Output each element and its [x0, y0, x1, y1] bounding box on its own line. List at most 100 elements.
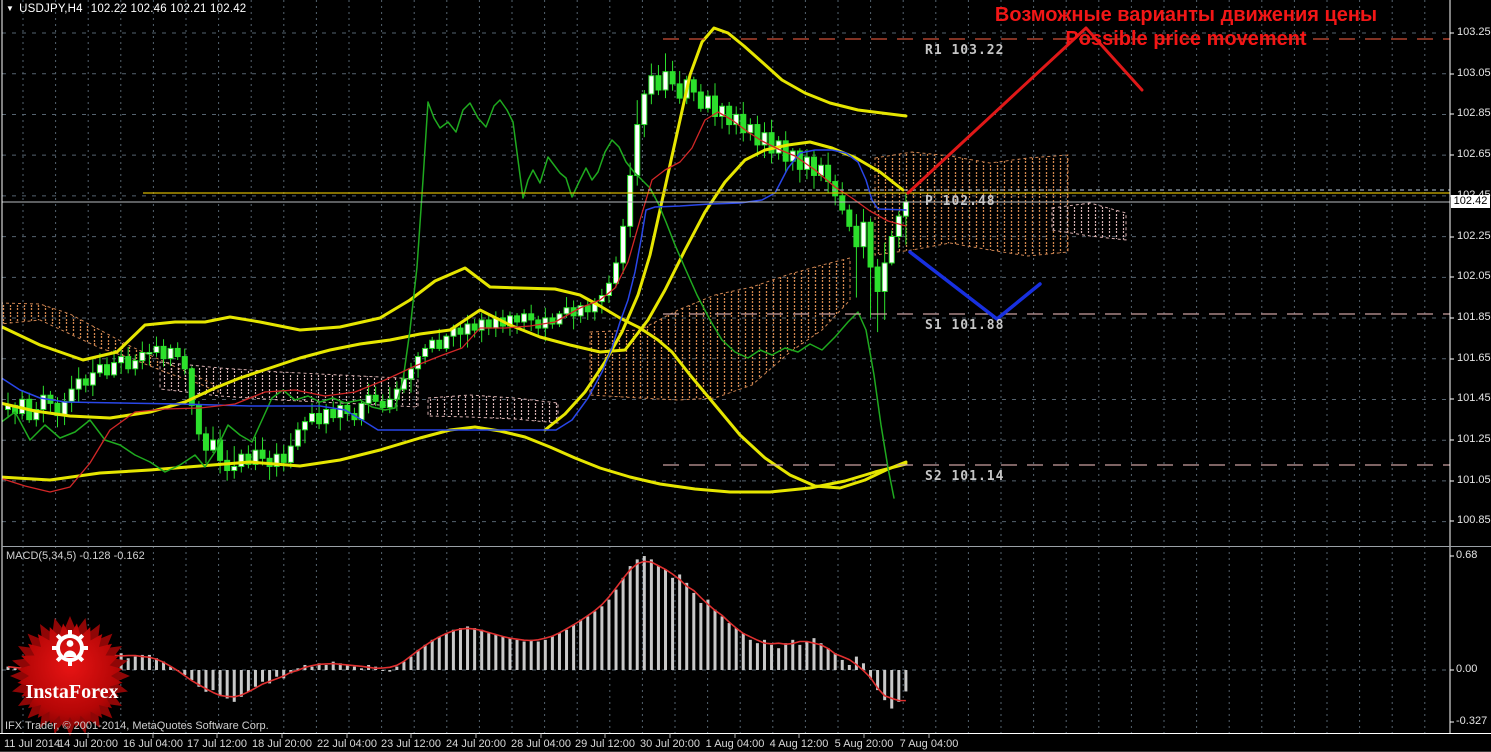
- macd-bar: [515, 639, 519, 670]
- candle-body: [365, 394, 372, 404]
- candle-body: [881, 262, 888, 292]
- time-axis-label: 5 Aug 20:00: [834, 738, 894, 750]
- candle-body: [89, 372, 96, 386]
- macd-bar: [529, 639, 533, 670]
- macd-bar: [261, 670, 265, 682]
- candle-body: [174, 347, 181, 358]
- macd-bar: [239, 670, 243, 697]
- candle-body: [118, 356, 125, 364]
- logo-gear-tooth: [68, 660, 72, 666]
- candle-body: [853, 225, 860, 248]
- macd-bar: [762, 639, 766, 670]
- forecast-blue-down: [908, 250, 1042, 321]
- candle-body: [111, 362, 118, 376]
- annotation-text-en: Possible price movement: [1065, 28, 1307, 50]
- logo-gear-tooth: [82, 646, 88, 650]
- candle-body: [860, 221, 867, 248]
- candle-body: [153, 345, 160, 353]
- macd-bar: [501, 636, 505, 670]
- candle-body: [676, 83, 683, 99]
- macd-bar: [565, 629, 569, 670]
- logo-gear-tooth: [52, 646, 58, 650]
- price-axis-label: 102.85: [1457, 107, 1491, 119]
- candle-body: [160, 345, 167, 360]
- macd-bar: [246, 670, 250, 692]
- candle-body: [627, 174, 634, 227]
- macd-axis-label: -0.327: [1456, 715, 1488, 727]
- macd-bar: [352, 666, 356, 670]
- candle-body: [521, 313, 528, 323]
- macd-bar: [522, 641, 526, 670]
- macd-bar: [190, 670, 194, 681]
- macd-bar: [678, 574, 682, 670]
- macd-bar: [777, 648, 781, 670]
- macd-bar: [550, 636, 554, 670]
- macd-bar: [211, 670, 215, 691]
- macd-bar: [423, 644, 427, 670]
- macd-bar: [692, 592, 696, 670]
- time-axis-label: 28 Jul 04:00: [511, 738, 571, 750]
- candle-body: [231, 465, 238, 472]
- candle-body: [436, 339, 443, 349]
- candle-body: [407, 368, 414, 380]
- candle-body: [655, 75, 662, 91]
- candle-body: [867, 221, 874, 268]
- candle-body: [464, 323, 471, 335]
- macd-bar: [586, 616, 590, 670]
- candle-body: [620, 225, 627, 264]
- macd-bar: [458, 628, 462, 670]
- macd-bar: [395, 666, 399, 670]
- candle-body: [690, 79, 697, 93]
- price-axis-label: 101.45: [1457, 392, 1491, 404]
- macd-bar: [649, 559, 653, 670]
- time-axis-label: 22 Jul 04:00: [317, 738, 377, 750]
- chart-canvas[interactable]: [0, 0, 1491, 752]
- candle-body: [75, 378, 82, 390]
- pivot-label-S1: S1 101.88: [925, 318, 1005, 333]
- indicator-lines-layer: [2, 26, 908, 499]
- chart-dropdown-icon[interactable]: ▼: [6, 4, 14, 13]
- candle-body: [457, 327, 464, 335]
- time-axis-label: 7 Aug 04:00: [899, 738, 959, 750]
- macd-bar: [784, 643, 788, 670]
- time-axis-label: 14 Jul 20:00: [58, 738, 118, 750]
- time-axis-label: 17 Jul 12:00: [187, 738, 247, 750]
- candle-body: [125, 356, 132, 370]
- macd-bar: [734, 628, 738, 670]
- price-axis-label: 101.25: [1457, 433, 1491, 445]
- macd-bar: [487, 633, 491, 670]
- macd-bar: [572, 624, 576, 670]
- macd-bar: [253, 670, 257, 687]
- candle-body: [528, 313, 535, 321]
- price-axis-label: 101.05: [1457, 474, 1491, 486]
- candle-body: [874, 266, 881, 292]
- macd-bar: [310, 666, 314, 670]
- candle-body: [68, 388, 75, 402]
- candle-body: [485, 319, 492, 329]
- ohlc-values: 102.22 102.46 102.21 102.42: [90, 3, 247, 15]
- candle-body: [167, 347, 174, 360]
- macd-bar: [805, 641, 809, 670]
- macd-bar: [713, 609, 717, 670]
- macd-bar: [430, 639, 434, 670]
- macd-bar: [685, 582, 689, 670]
- price-axis-label: 102.05: [1457, 270, 1491, 282]
- candle-body: [259, 449, 266, 459]
- candle-body: [195, 404, 202, 435]
- macd-bar: [13, 668, 17, 670]
- pivot-label-R1: R1 103.22: [925, 43, 1005, 58]
- price-axis-label: 100.85: [1457, 514, 1491, 526]
- candle-body: [902, 201, 909, 217]
- candle-body: [358, 402, 365, 421]
- candle-body: [704, 95, 711, 109]
- candle-body: [443, 335, 450, 349]
- candle-body: [323, 408, 330, 425]
- macd-bar: [727, 623, 731, 670]
- candle-body: [429, 339, 436, 349]
- candle-body: [895, 215, 902, 237]
- time-axis-label: 11 Jul 2014: [4, 738, 61, 750]
- macd-signal-line: [7, 560, 906, 702]
- macd-axis-label: 0.68: [1456, 549, 1478, 561]
- time-axis-label: 29 Jul 12:00: [575, 738, 635, 750]
- macd-indicator-label: MACD(5,34,5) -0.128 -0.162: [6, 550, 145, 562]
